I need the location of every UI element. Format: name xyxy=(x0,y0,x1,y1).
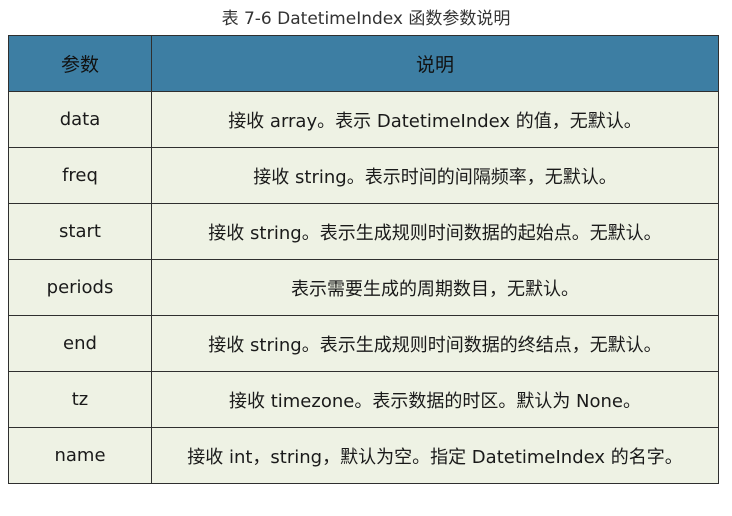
table-caption: 表 7-6 DatetimeIndex 函数参数说明 xyxy=(221,9,511,29)
table-row: start 接收 string。表示生成规则时间数据的起始点。无默认。 xyxy=(8,203,719,260)
param-description-cell: 接收 string。表示生成规则时间数据的终结点，无默认。 xyxy=(151,315,719,372)
table-row: end 接收 string。表示生成规则时间数据的终结点，无默认。 xyxy=(8,315,719,372)
param-description-cell: 接收 string。表示生成规则时间数据的起始点。无默认。 xyxy=(151,203,719,260)
table-row: tz 接收 timezone。表示数据的时区。默认为 None。 xyxy=(8,371,719,428)
table-header-row: 参数 说明 xyxy=(8,35,719,92)
param-name-cell: periods xyxy=(8,259,152,316)
param-description-cell: 表示需要生成的周期数目，无默认。 xyxy=(151,259,719,316)
param-description-cell: 接收 timezone。表示数据的时区。默认为 None。 xyxy=(151,371,719,428)
table-row: name 接收 int，string，默认为空。指定 DatetimeIndex… xyxy=(8,427,719,484)
param-description-cell: 接收 int，string，默认为空。指定 DatetimeIndex 的名字。 xyxy=(151,427,719,484)
param-name-cell: data xyxy=(8,91,152,148)
param-name-cell: end xyxy=(8,315,152,372)
param-description-cell: 接收 string。表示时间的间隔频率，无默认。 xyxy=(151,147,719,204)
param-description-cell: 接收 array。表示 DatetimeIndex 的值，无默认。 xyxy=(151,91,719,148)
table-row: freq 接收 string。表示时间的间隔频率，无默认。 xyxy=(8,147,719,204)
param-name-cell: tz xyxy=(8,371,152,428)
table-row: data 接收 array。表示 DatetimeIndex 的值，无默认。 xyxy=(8,91,719,148)
parameter-table: 参数 说明 data 接收 array。表示 DatetimeIndex 的值，… xyxy=(8,35,719,484)
header-description: 说明 xyxy=(151,35,719,92)
param-name-cell: start xyxy=(8,203,152,260)
table-row: periods 表示需要生成的周期数目，无默认。 xyxy=(8,259,719,316)
param-name-cell: freq xyxy=(8,147,152,204)
header-param: 参数 xyxy=(8,35,152,92)
param-name-cell: name xyxy=(8,427,152,484)
